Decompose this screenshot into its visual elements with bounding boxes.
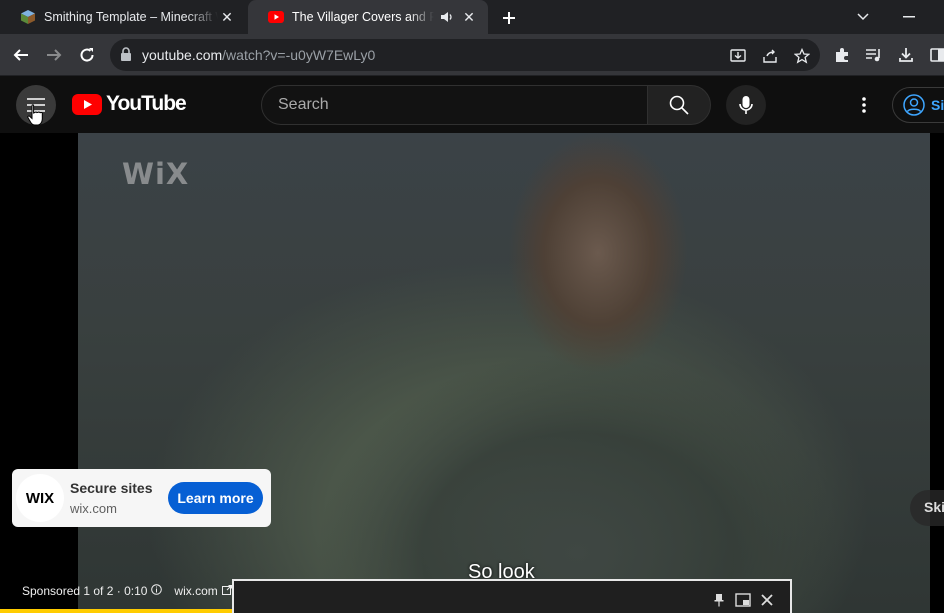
forward-arrow-icon[interactable] [42, 43, 66, 67]
pin-icon[interactable] [710, 591, 728, 609]
ad-info-bar: Sponsored 1 of 2 · 0:10 wix.com [22, 584, 232, 598]
learn-more-button[interactable]: Learn more [168, 482, 263, 514]
microphone-icon [739, 96, 753, 114]
browser-tab-strip: Smithing Template – Minecraft Wiki ✕ The… [0, 0, 944, 34]
miniplayer-window[interactable] [232, 579, 792, 613]
sign-in-label: Si [931, 97, 944, 113]
reload-icon[interactable] [75, 43, 99, 67]
more-options-icon[interactable] [852, 93, 876, 117]
account-circle-icon [903, 94, 925, 116]
download-icon[interactable] [894, 43, 918, 67]
youtube-masthead: YouTube Search Si [0, 77, 944, 133]
youtube-icon [268, 9, 284, 25]
external-link-icon[interactable] [221, 584, 232, 598]
minimize-icon[interactable] [898, 6, 920, 28]
mouse-cursor-icon [27, 104, 43, 131]
tab-title: The Villager Covers and FOR [292, 10, 434, 24]
ad-card[interactable]: WIX Secure sites wix.com Learn more [12, 469, 271, 527]
share-icon[interactable] [760, 46, 780, 66]
url-text: youtube.com/watch?v=-u0yW7EwLy0 [142, 47, 376, 63]
voice-search-button[interactable] [726, 85, 766, 125]
install-app-icon[interactable] [728, 46, 748, 66]
new-tab-icon[interactable] [498, 7, 520, 29]
tab-youtube[interactable]: The Villager Covers and FOR ✕ [248, 0, 488, 34]
browser-toolbar: youtube.com/watch?v=-u0yW7EwLy0 [0, 34, 944, 76]
address-bar[interactable]: youtube.com/watch?v=-u0yW7EwLy0 [110, 39, 820, 71]
ad-headline[interactable]: Secure sites [70, 480, 153, 496]
youtube-play-icon [72, 93, 102, 115]
bookmark-star-icon[interactable] [792, 46, 812, 66]
wix-watermark: WiX [122, 157, 190, 191]
close-tab-icon[interactable]: ✕ [460, 8, 478, 26]
ad-info-domain[interactable]: wix.com [174, 584, 217, 598]
back-arrow-icon[interactable] [9, 43, 33, 67]
ad-domain[interactable]: wix.com [70, 501, 117, 516]
side-panel-icon[interactable] [926, 43, 944, 67]
speaker-icon[interactable] [440, 11, 454, 23]
ad-video-frame[interactable] [78, 133, 930, 613]
tab-title: Smithing Template – Minecraft Wiki [44, 10, 218, 24]
extensions-puzzle-icon[interactable] [830, 43, 854, 67]
chevron-down-icon[interactable] [852, 6, 874, 28]
search-placeholder: Search [278, 96, 329, 113]
close-tab-icon[interactable]: ✕ [218, 8, 236, 26]
search-input[interactable]: Search [261, 85, 648, 125]
lock-icon[interactable] [120, 47, 132, 66]
advertiser-logo[interactable]: WIX [16, 474, 64, 522]
search-icon [669, 95, 689, 115]
media-queue-icon[interactable] [862, 43, 886, 67]
youtube-logo[interactable]: YouTube [72, 92, 187, 116]
info-icon[interactable] [151, 584, 163, 598]
close-icon[interactable] [758, 591, 776, 609]
video-player[interactable]: WiX WIX Secure sites wix.com Learn more … [0, 133, 944, 613]
minecraft-wiki-icon [20, 9, 36, 25]
search-button[interactable] [647, 85, 711, 125]
youtube-wordmark: YouTube [106, 92, 187, 115]
tab-minecraft-wiki[interactable]: Smithing Template – Minecraft Wiki ✕ [0, 0, 246, 34]
back-to-tab-icon[interactable] [734, 591, 752, 609]
sponsored-label: Sponsored 1 of 2 · 0:10 [22, 584, 148, 598]
sign-in-button[interactable]: Si [892, 87, 944, 123]
skip-ad-button[interactable]: Ski [910, 490, 944, 526]
